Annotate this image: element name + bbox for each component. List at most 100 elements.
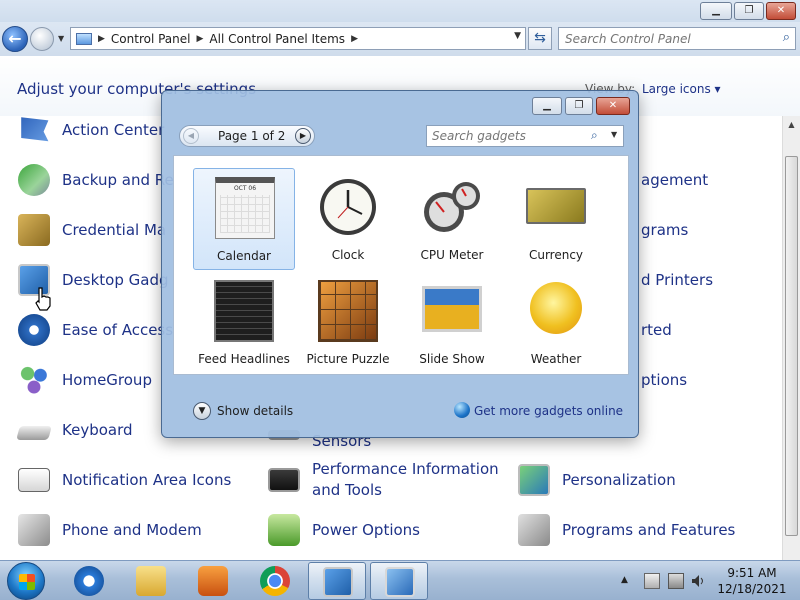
gadget-label: Currency xyxy=(528,248,584,262)
vertical-scrollbar[interactable]: ▲ xyxy=(782,116,800,560)
previous-page-button[interactable]: ◀ xyxy=(183,128,199,144)
internet-explorer-icon xyxy=(74,566,104,596)
item-internet-options[interactable]: ptions xyxy=(641,362,687,398)
gadget-label: Calendar xyxy=(217,249,271,263)
back-arrow-icon: ← xyxy=(8,29,22,48)
scrollbar-thumb[interactable] xyxy=(785,156,798,536)
scroll-up-arrow-icon[interactable]: ▲ xyxy=(783,116,800,133)
show-hidden-icons-arrow-icon[interactable]: ▲ xyxy=(621,575,628,585)
clock-date[interactable]: 12/18/2021 xyxy=(710,582,794,596)
chevron-right-icon[interactable]: ▶ xyxy=(351,34,358,44)
item-getting-started[interactable]: rted xyxy=(641,312,672,348)
chevron-left-icon: ◀ xyxy=(187,131,195,140)
keyboard-icon xyxy=(16,426,52,440)
gadget-cpu-meter[interactable]: CPU Meter xyxy=(401,168,503,270)
address-history-dropdown-icon[interactable]: ▼ xyxy=(514,31,521,41)
item-credential-manager[interactable]: Credential Ma xyxy=(18,212,166,248)
page-navigator: ◀ Page 1 of 2 ▶ xyxy=(179,125,315,147)
item-phone-and-modem[interactable]: Phone and Modem xyxy=(18,512,202,548)
view-by-dropdown[interactable]: Large icons ▾ xyxy=(642,82,721,96)
item-label: Personalization xyxy=(562,471,676,489)
gadgets-close-button[interactable]: ✕ xyxy=(596,97,630,115)
address-bar[interactable]: ▶ Control Panel ▶ All Control Panel Item… xyxy=(70,27,526,50)
item-keyboard[interactable]: Keyboard xyxy=(16,412,133,448)
window-titlebar[interactable]: ▁ ❐ ✕ xyxy=(0,0,800,22)
recent-pages-dropdown-icon[interactable]: ▼ xyxy=(58,34,64,43)
gadgets-minimize-button[interactable]: ▁ xyxy=(532,97,562,115)
gadget-clock[interactable]: Clock xyxy=(297,168,399,270)
gadget-label: Weather xyxy=(530,352,582,366)
search-control-panel-box: ⌕ xyxy=(558,27,796,50)
item-label: Backup and Re xyxy=(62,171,174,189)
action-center-tray-icon[interactable] xyxy=(644,573,660,589)
item-performance-information[interactable]: Performance Information and Tools xyxy=(268,459,499,501)
taskbar-desktop-gadgets[interactable] xyxy=(308,562,366,600)
search-icon[interactable]: ⌕ xyxy=(783,30,790,45)
chevron-right-icon[interactable]: ▶ xyxy=(98,34,105,44)
item-default-programs[interactable]: grams xyxy=(641,212,688,248)
get-more-gadgets-link[interactable]: Get more gadgets online xyxy=(474,404,623,418)
network-tray-icon[interactable] xyxy=(668,573,684,589)
item-ease-of-access[interactable]: Ease of Access xyxy=(18,312,173,348)
ease-of-access-icon xyxy=(18,314,50,346)
gadgets-maximize-button[interactable]: ❐ xyxy=(565,97,593,115)
item-homegroup[interactable]: HomeGroup xyxy=(18,362,152,398)
volume-tray-icon[interactable] xyxy=(690,573,706,589)
globe-icon xyxy=(454,402,470,418)
gadget-weather[interactable]: Weather xyxy=(505,272,607,374)
notification-area-icon xyxy=(18,468,50,492)
media-player-icon xyxy=(198,566,228,596)
gadget-picture-puzzle[interactable]: Picture Puzzle xyxy=(297,272,399,374)
search-options-dropdown-icon[interactable]: ▼ xyxy=(611,130,617,139)
item-programs-and-features[interactable]: Programs and Features xyxy=(518,512,735,548)
search-gadgets-input[interactable] xyxy=(427,126,587,146)
minimize-button[interactable]: ▁ xyxy=(700,2,732,20)
item-backup-and-restore[interactable]: Backup and Re xyxy=(18,162,174,198)
item-notification-area-icons[interactable]: Notification Area Icons xyxy=(18,462,231,498)
show-details-button[interactable]: ▼ xyxy=(193,402,211,420)
vault-icon xyxy=(18,214,50,246)
item-personalization[interactable]: Personalization xyxy=(518,462,676,498)
item-devices-and-printers[interactable]: d Printers xyxy=(641,262,713,298)
item-action-center[interactable]: Action Center xyxy=(18,112,164,148)
gadget-slide-show[interactable]: Slide Show xyxy=(401,272,503,374)
refresh-button[interactable]: ⇆ xyxy=(528,27,552,50)
search-input[interactable] xyxy=(559,28,769,49)
search-icon[interactable]: ⌕ xyxy=(591,128,598,143)
item-label: d Printers xyxy=(641,271,714,289)
breadcrumb-control-panel[interactable]: Control Panel xyxy=(111,32,191,46)
gadget-calendar[interactable]: OCT 06 Calendar xyxy=(193,168,295,270)
taskbar-internet-explorer[interactable] xyxy=(60,562,118,600)
control-panel-icon xyxy=(385,567,415,597)
gadget-label: CPU Meter xyxy=(420,248,484,262)
chevron-right-icon[interactable]: ▶ xyxy=(197,34,204,44)
chevron-down-icon: ▼ xyxy=(198,406,206,416)
close-button[interactable]: ✕ xyxy=(766,2,796,20)
taskbar-media-player[interactable] xyxy=(184,562,242,600)
next-page-button[interactable]: ▶ xyxy=(295,128,311,144)
desktop-gadgets-dialog: ▁ ❐ ✕ ◀ Page 1 of 2 ▶ ⌕ ▼ OCT 06 Calenda… xyxy=(161,90,639,438)
maximize-button[interactable]: ❐ xyxy=(734,2,764,20)
sun-icon xyxy=(530,282,582,334)
item-color-management[interactable]: agement xyxy=(641,162,708,198)
item-label: Desktop Gadg xyxy=(62,271,169,289)
currency-icon xyxy=(526,188,586,224)
taskbar-file-explorer[interactable] xyxy=(122,562,180,600)
clock-icon xyxy=(320,179,376,235)
item-label: Phone and Modem xyxy=(62,521,202,539)
item-label: grams xyxy=(641,221,689,239)
breadcrumb-all-items[interactable]: All Control Panel Items xyxy=(209,32,345,46)
back-button[interactable]: ← xyxy=(2,26,28,52)
item-power-options[interactable]: Power Options xyxy=(268,512,420,548)
control-panel-icon xyxy=(76,32,92,45)
item-label: Power Options xyxy=(312,521,420,539)
item-label: Programs and Features xyxy=(562,521,736,539)
start-button[interactable] xyxy=(7,562,45,600)
taskbar-control-panel[interactable] xyxy=(370,562,428,600)
show-details-label[interactable]: Show details xyxy=(217,404,293,418)
clock-time[interactable]: 9:51 AM xyxy=(710,566,794,580)
gadget-feed-headlines[interactable]: Feed Headlines xyxy=(193,272,295,374)
gadget-currency[interactable]: Currency xyxy=(505,168,607,270)
forward-button[interactable] xyxy=(30,27,54,51)
taskbar-chrome[interactable] xyxy=(246,562,304,600)
